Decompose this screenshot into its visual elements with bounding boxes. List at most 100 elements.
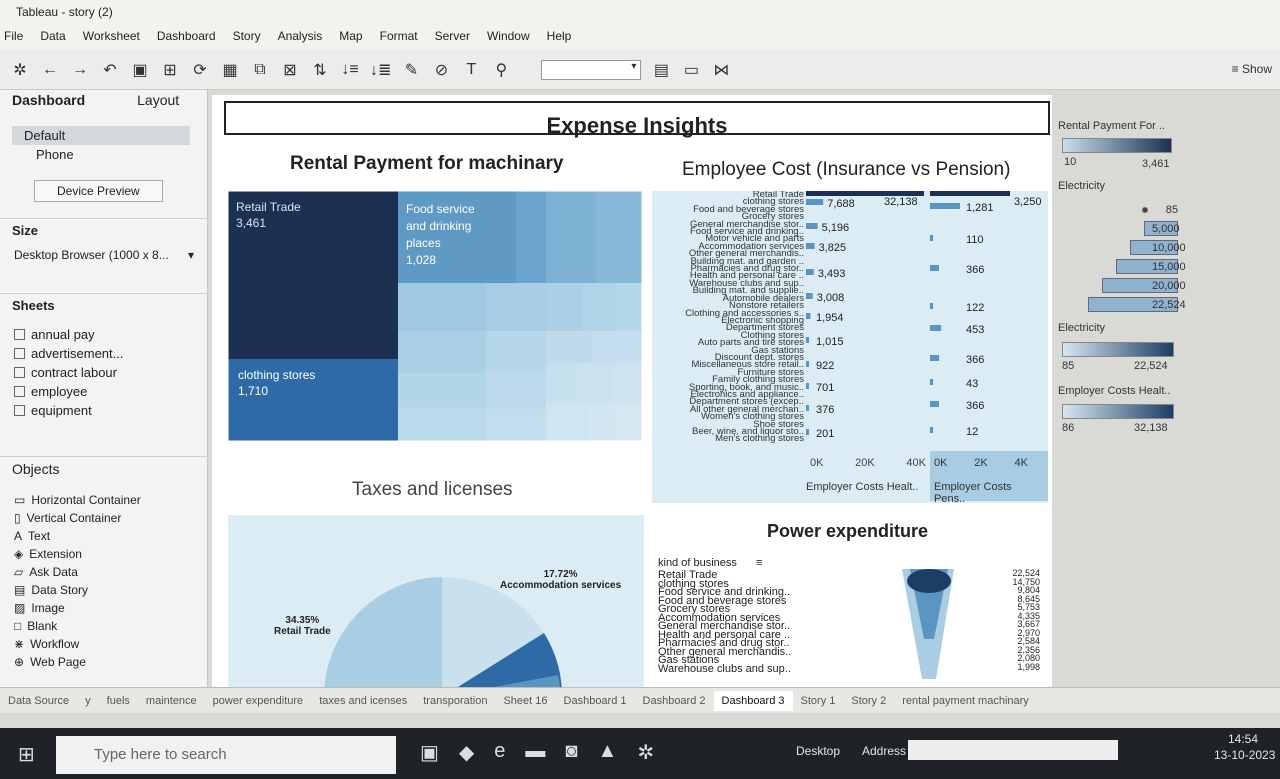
treemap-value: 3,461: [236, 216, 267, 230]
fit-dropdown[interactable]: ▾: [541, 59, 642, 80]
size-legend-label: 20,000: [1152, 279, 1186, 292]
sheet-item[interactable]: employee: [0, 382, 208, 401]
sheet-tab[interactable]: taxes and icenses: [311, 695, 415, 707]
power-title: Power expenditure: [767, 521, 929, 541]
store-icon[interactable]: ▣: [420, 740, 439, 765]
sheet-tab[interactable]: Data Source: [0, 695, 77, 707]
folder-icon[interactable]: ▬: [525, 740, 545, 765]
sheet-tab[interactable]: fuels: [99, 695, 138, 707]
sort-asc-icon[interactable]: ↓≡: [340, 61, 360, 79]
refresh-icon[interactable]: ⟳: [190, 60, 210, 80]
object-blank[interactable]: □ Blank: [0, 617, 208, 635]
object-horizontal-container[interactable]: ▭ Horizontal Container: [0, 491, 208, 509]
address-label: Address: [862, 744, 907, 758]
sort-desc-icon[interactable]: ↓≣: [370, 60, 391, 80]
menu-story[interactable]: Story: [233, 29, 261, 45]
sheet-tab[interactable]: y: [77, 695, 99, 707]
save-icon[interactable]: ▣: [130, 60, 150, 80]
power-chart[interactable]: kind of business ≡ Retail Trade clothing …: [652, 553, 1048, 687]
label-icon[interactable]: T: [461, 61, 481, 79]
vlc-icon[interactable]: ▲: [598, 740, 618, 765]
group-icon[interactable]: ⊘: [431, 60, 451, 80]
device-preview-button[interactable]: Device Preview: [34, 180, 163, 202]
sheet-item[interactable]: equipment: [0, 401, 208, 420]
object-ask-data[interactable]: ▱ Ask Data: [0, 563, 208, 581]
insurance-bars: 32,138 7,688 5,196 3,825 3,493 3,008 1,954 1,01…: [806, 191, 924, 440]
dashboard-title: Expense Insights: [224, 101, 1050, 137]
sheet-item[interactable]: annual pay: [0, 325, 208, 344]
drop-icon[interactable]: ◆: [459, 740, 474, 765]
menu-data[interactable]: Data: [40, 29, 65, 45]
object-workflow[interactable]: ⋇ Workflow: [0, 635, 208, 653]
menu-dashboard[interactable]: Dashboard: [157, 29, 216, 45]
tab-dashboard[interactable]: Dashboard: [0, 90, 97, 112]
menu-help[interactable]: Help: [547, 29, 572, 45]
object-vertical-container[interactable]: ▯ Vertical Container: [0, 509, 208, 527]
sheet-tab[interactable]: maintence: [138, 695, 205, 707]
sheet-item[interactable]: contract labour: [0, 363, 208, 382]
object-text[interactable]: A Text: [0, 527, 208, 545]
object-data-story[interactable]: ▤ Data Story: [0, 581, 208, 599]
pie-pct: 34.35%: [285, 615, 320, 626]
show-me-button[interactable]: ≡ Show: [1232, 62, 1272, 76]
sheet-tab[interactable]: Story 2: [843, 695, 894, 707]
size-dropdown[interactable]: Desktop Browser (1000 x 8... ▾: [0, 242, 208, 268]
new-datasource-icon[interactable]: ⊞: [160, 60, 180, 80]
app-icon[interactable]: ◙: [565, 740, 577, 765]
sheet-tab[interactable]: Sheet 16: [495, 695, 555, 707]
treemap-cell: [612, 363, 642, 403]
show-cards-icon[interactable]: ▤: [651, 60, 671, 80]
sheet-tab[interactable]: Dashboard 3: [713, 690, 793, 711]
pin-icon[interactable]: ⚲: [491, 60, 511, 80]
object-extension[interactable]: ◈ Extension: [0, 545, 208, 563]
tableau-icon[interactable]: ✲: [637, 740, 654, 765]
new-sheet-icon[interactable]: ▦: [220, 60, 240, 80]
presentation-icon[interactable]: ▭: [681, 60, 701, 80]
duplicate-sheet-icon[interactable]: ⧉: [250, 61, 270, 79]
menu-file[interactable]: File: [4, 29, 23, 45]
bar: [806, 313, 811, 319]
taxes-pie-chart[interactable]: 17.72% Accommodation services 34.35% Ret…: [228, 515, 644, 687]
taskbar-search[interactable]: Type here to search: [56, 736, 396, 774]
sort-icon[interactable]: ≡: [756, 557, 762, 569]
sheet-icon: [14, 405, 25, 416]
bar: [806, 243, 815, 249]
sheet-tab[interactable]: Dashboard 2: [635, 695, 714, 707]
undo-icon[interactable]: ↶: [100, 60, 120, 80]
tab-layout[interactable]: Layout: [125, 90, 191, 112]
object-web-page[interactable]: ⊕ Web Page: [0, 653, 208, 671]
menu-format[interactable]: Format: [380, 29, 418, 45]
address-input[interactable]: [908, 740, 1118, 760]
share-icon[interactable]: ⋈: [711, 60, 731, 80]
windows-start-icon[interactable]: ⊞: [18, 742, 35, 767]
sheet-tab[interactable]: power expenditure: [205, 695, 312, 707]
bar: [806, 199, 824, 205]
employee-cost-chart[interactable]: Retail Trade clothing stores Food and beve…: [652, 191, 1048, 505]
device-default[interactable]: Default: [12, 126, 190, 145]
highlight-icon[interactable]: ✎: [401, 60, 421, 80]
edge-icon[interactable]: e: [494, 740, 505, 765]
pie-svg: [324, 576, 562, 687]
size-legend-row: 20,000: [1078, 276, 1186, 295]
menu-map[interactable]: Map: [339, 29, 362, 45]
menu-server[interactable]: Server: [435, 29, 470, 45]
treemap-cell: [582, 283, 616, 331]
sheet-tab[interactable]: Dashboard 1: [556, 695, 635, 707]
sheet-tab[interactable]: rental payment machinary: [894, 695, 1037, 707]
menu-window[interactable]: Window: [487, 29, 530, 45]
menu-worksheet[interactable]: Worksheet: [83, 29, 140, 45]
device-phone[interactable]: Phone: [0, 145, 208, 164]
tableau-logo-icon[interactable]: ✲: [10, 60, 30, 80]
clear-sheet-icon[interactable]: ⊠: [280, 60, 300, 80]
sheet-tab[interactable]: Story 1: [793, 695, 844, 707]
swap-icon[interactable]: ⇅: [310, 60, 330, 80]
pie-label: Retail Trade: [274, 626, 331, 637]
pie-slice-retail: [324, 577, 442, 687]
sheet-item[interactable]: advertisement...: [0, 344, 208, 363]
back-icon[interactable]: ←: [40, 61, 60, 79]
forward-icon[interactable]: →: [70, 61, 90, 79]
object-image[interactable]: ▨ Image: [0, 599, 208, 617]
menu-analysis[interactable]: Analysis: [278, 29, 323, 45]
desktop-toolbar[interactable]: Desktop: [796, 744, 840, 758]
sheet-tab[interactable]: transporation: [415, 695, 495, 707]
